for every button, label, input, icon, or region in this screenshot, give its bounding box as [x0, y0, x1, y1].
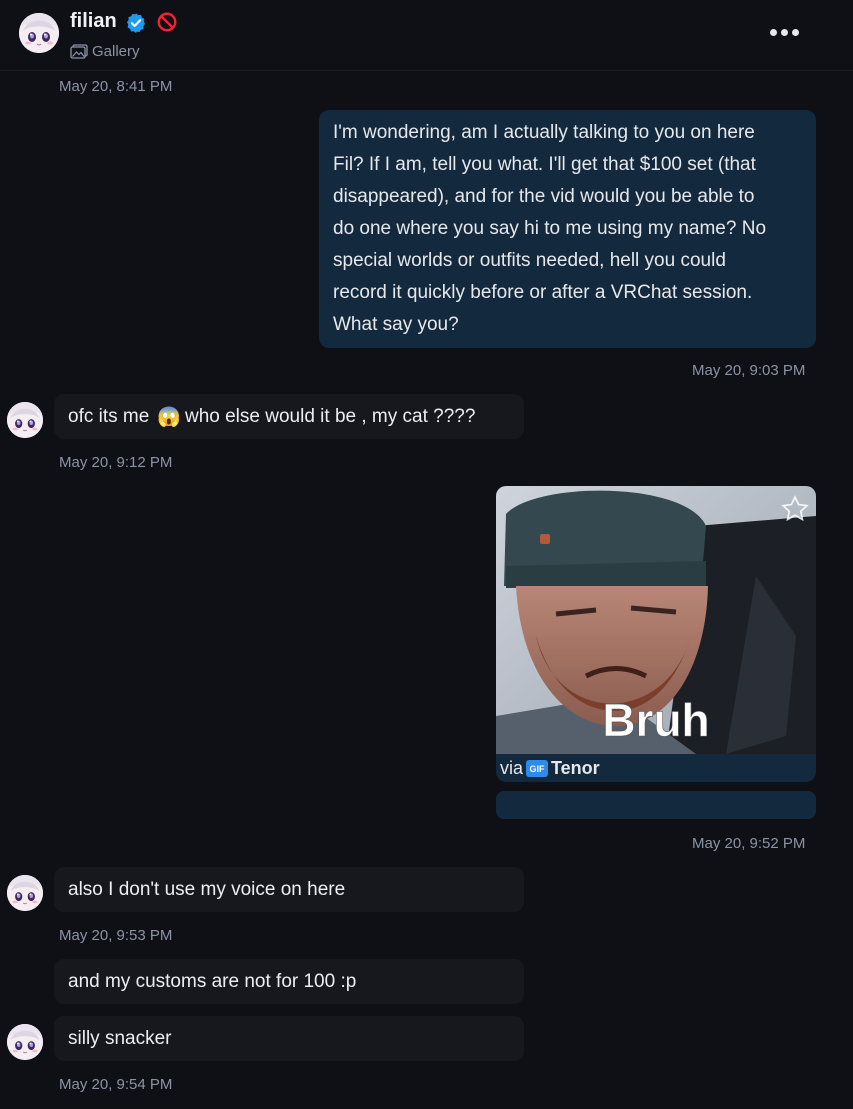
- gallery-icon: [70, 44, 88, 59]
- incoming-message-bubble[interactable]: silly snacker: [54, 1016, 524, 1061]
- message-timestamp: May 20, 8:41 PM: [59, 78, 173, 95]
- sender-avatar[interactable]: [7, 875, 43, 911]
- message-text-line: I'm wondering, am I actually talking to …: [333, 122, 755, 143]
- message-timestamp: May 20, 9:54 PM: [59, 1076, 173, 1093]
- more-dot-icon: [781, 28, 788, 36]
- message-text: and my customs are not for 100 :p: [68, 970, 357, 992]
- favorite-star-icon[interactable]: [780, 494, 810, 524]
- more-dot-icon: [770, 28, 777, 36]
- gif-image[interactable]: Bruh: [496, 486, 816, 754]
- via-label: via: [500, 758, 524, 778]
- message-timestamp: May 20, 9:52 PM: [692, 835, 806, 852]
- incoming-message-bubble[interactable]: and my customs are not for 100 :p: [54, 959, 524, 1004]
- message-timestamp: May 20, 9:03 PM: [692, 362, 806, 379]
- gif-attribution[interactable]: via GIF Tenor: [500, 758, 600, 779]
- avatar-image: [7, 875, 43, 911]
- gallery-link[interactable]: Gallery: [70, 43, 140, 60]
- sender-avatar[interactable]: [7, 402, 43, 438]
- contact-avatar[interactable]: [19, 13, 59, 53]
- gif-message-card[interactable]: Bruh via GIF Tenor: [496, 486, 816, 782]
- avatar-image: [19, 13, 59, 53]
- sender-avatar[interactable]: [7, 1024, 43, 1060]
- gallery-label: Gallery: [92, 43, 140, 60]
- message-timestamp: May 20, 9:12 PM: [59, 454, 173, 471]
- more-options-button[interactable]: [770, 24, 800, 40]
- avatar-image: [7, 1024, 43, 1060]
- tenor-source: Tenor: [551, 758, 600, 778]
- message-text: silly snacker: [68, 1027, 172, 1049]
- tenor-gif-icon: GIF: [526, 760, 549, 777]
- outgoing-message-bubble[interactable]: I'm wondering, am I actually talking to …: [319, 110, 816, 348]
- message-text-line: disappeared), and for the vid would you …: [333, 186, 755, 207]
- message-text: ofc its me: [68, 405, 150, 427]
- message-text: also I don't use my voice on here: [68, 878, 346, 900]
- message-text-line: record it quickly before or after a VRCh…: [333, 282, 753, 303]
- empty-message-bubble[interactable]: [496, 791, 816, 819]
- conversation-header: filian Gallery: [0, 0, 853, 71]
- more-dot-icon: [792, 28, 799, 36]
- verified-badge-icon: [127, 13, 145, 33]
- message-text-line: special worlds or outfits needed, hell y…: [333, 250, 726, 271]
- avatar-image: [7, 402, 43, 438]
- gif-preview-image: Bruh: [496, 486, 816, 754]
- contact-name[interactable]: filian: [70, 10, 117, 33]
- screaming-face-emoji: 😱: [157, 406, 181, 428]
- incoming-message-bubble[interactable]: also I don't use my voice on here: [54, 867, 524, 912]
- message-text-line: Fil? If I am, tell you what. I'll get th…: [333, 154, 756, 175]
- message-text-line: do one where you say hi to me using my n…: [333, 218, 767, 239]
- message-timestamp: May 20, 9:53 PM: [59, 927, 173, 944]
- incoming-message-bubble[interactable]: ofc its me 😱 who else would it be , my c…: [54, 394, 524, 439]
- blocked-icon: [157, 12, 177, 32]
- message-text: who else would it be , my cat ????: [184, 405, 476, 427]
- gif-caption: Bruh: [602, 694, 709, 746]
- message-text-line: What say you?: [333, 314, 459, 335]
